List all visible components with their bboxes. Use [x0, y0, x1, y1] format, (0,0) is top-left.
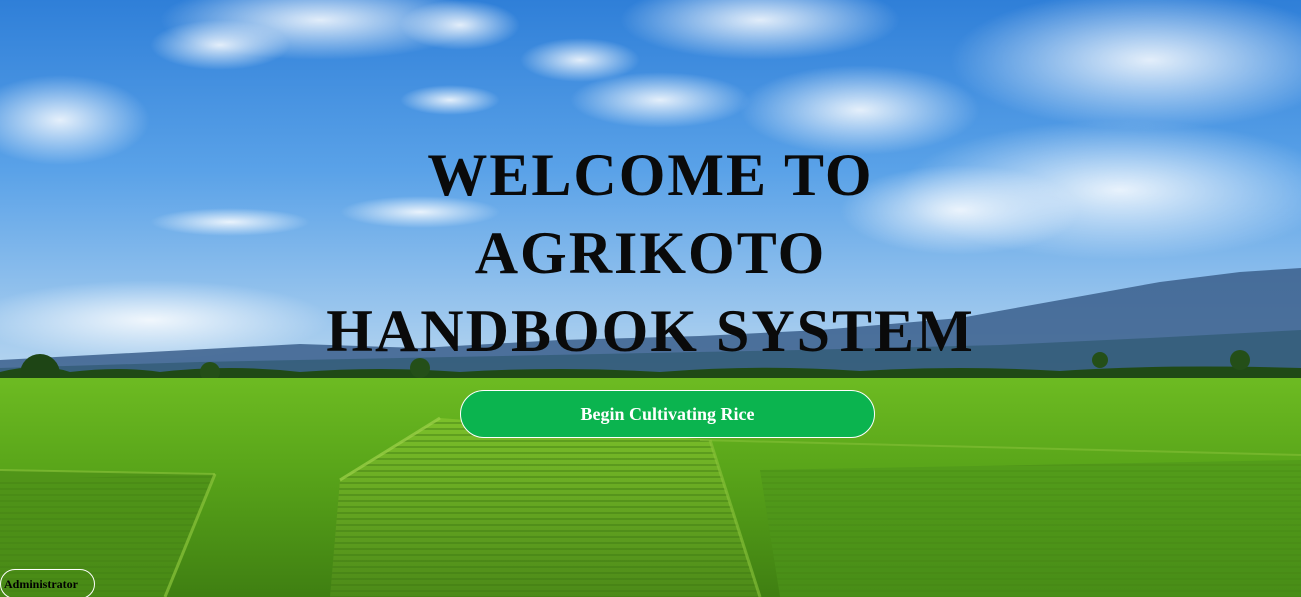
begin-cultivating-rice-label: Begin Cultivating Rice: [580, 403, 755, 424]
hero-title-line-2: AGRIKOTO: [474, 220, 827, 286]
administrator-label: Administrator: [4, 577, 78, 591]
hero-title-line-3: HANDBOOK SYSTEM: [326, 298, 975, 364]
hero-title: WELCOME TO AGRIKOTO HANDBOOK SYSTEM: [0, 136, 1301, 370]
administrator-button[interactable]: Administrator: [0, 569, 95, 597]
begin-cultivating-rice-button[interactable]: Begin Cultivating Rice: [460, 390, 875, 438]
hero-title-line-1: WELCOME TO: [427, 142, 874, 208]
